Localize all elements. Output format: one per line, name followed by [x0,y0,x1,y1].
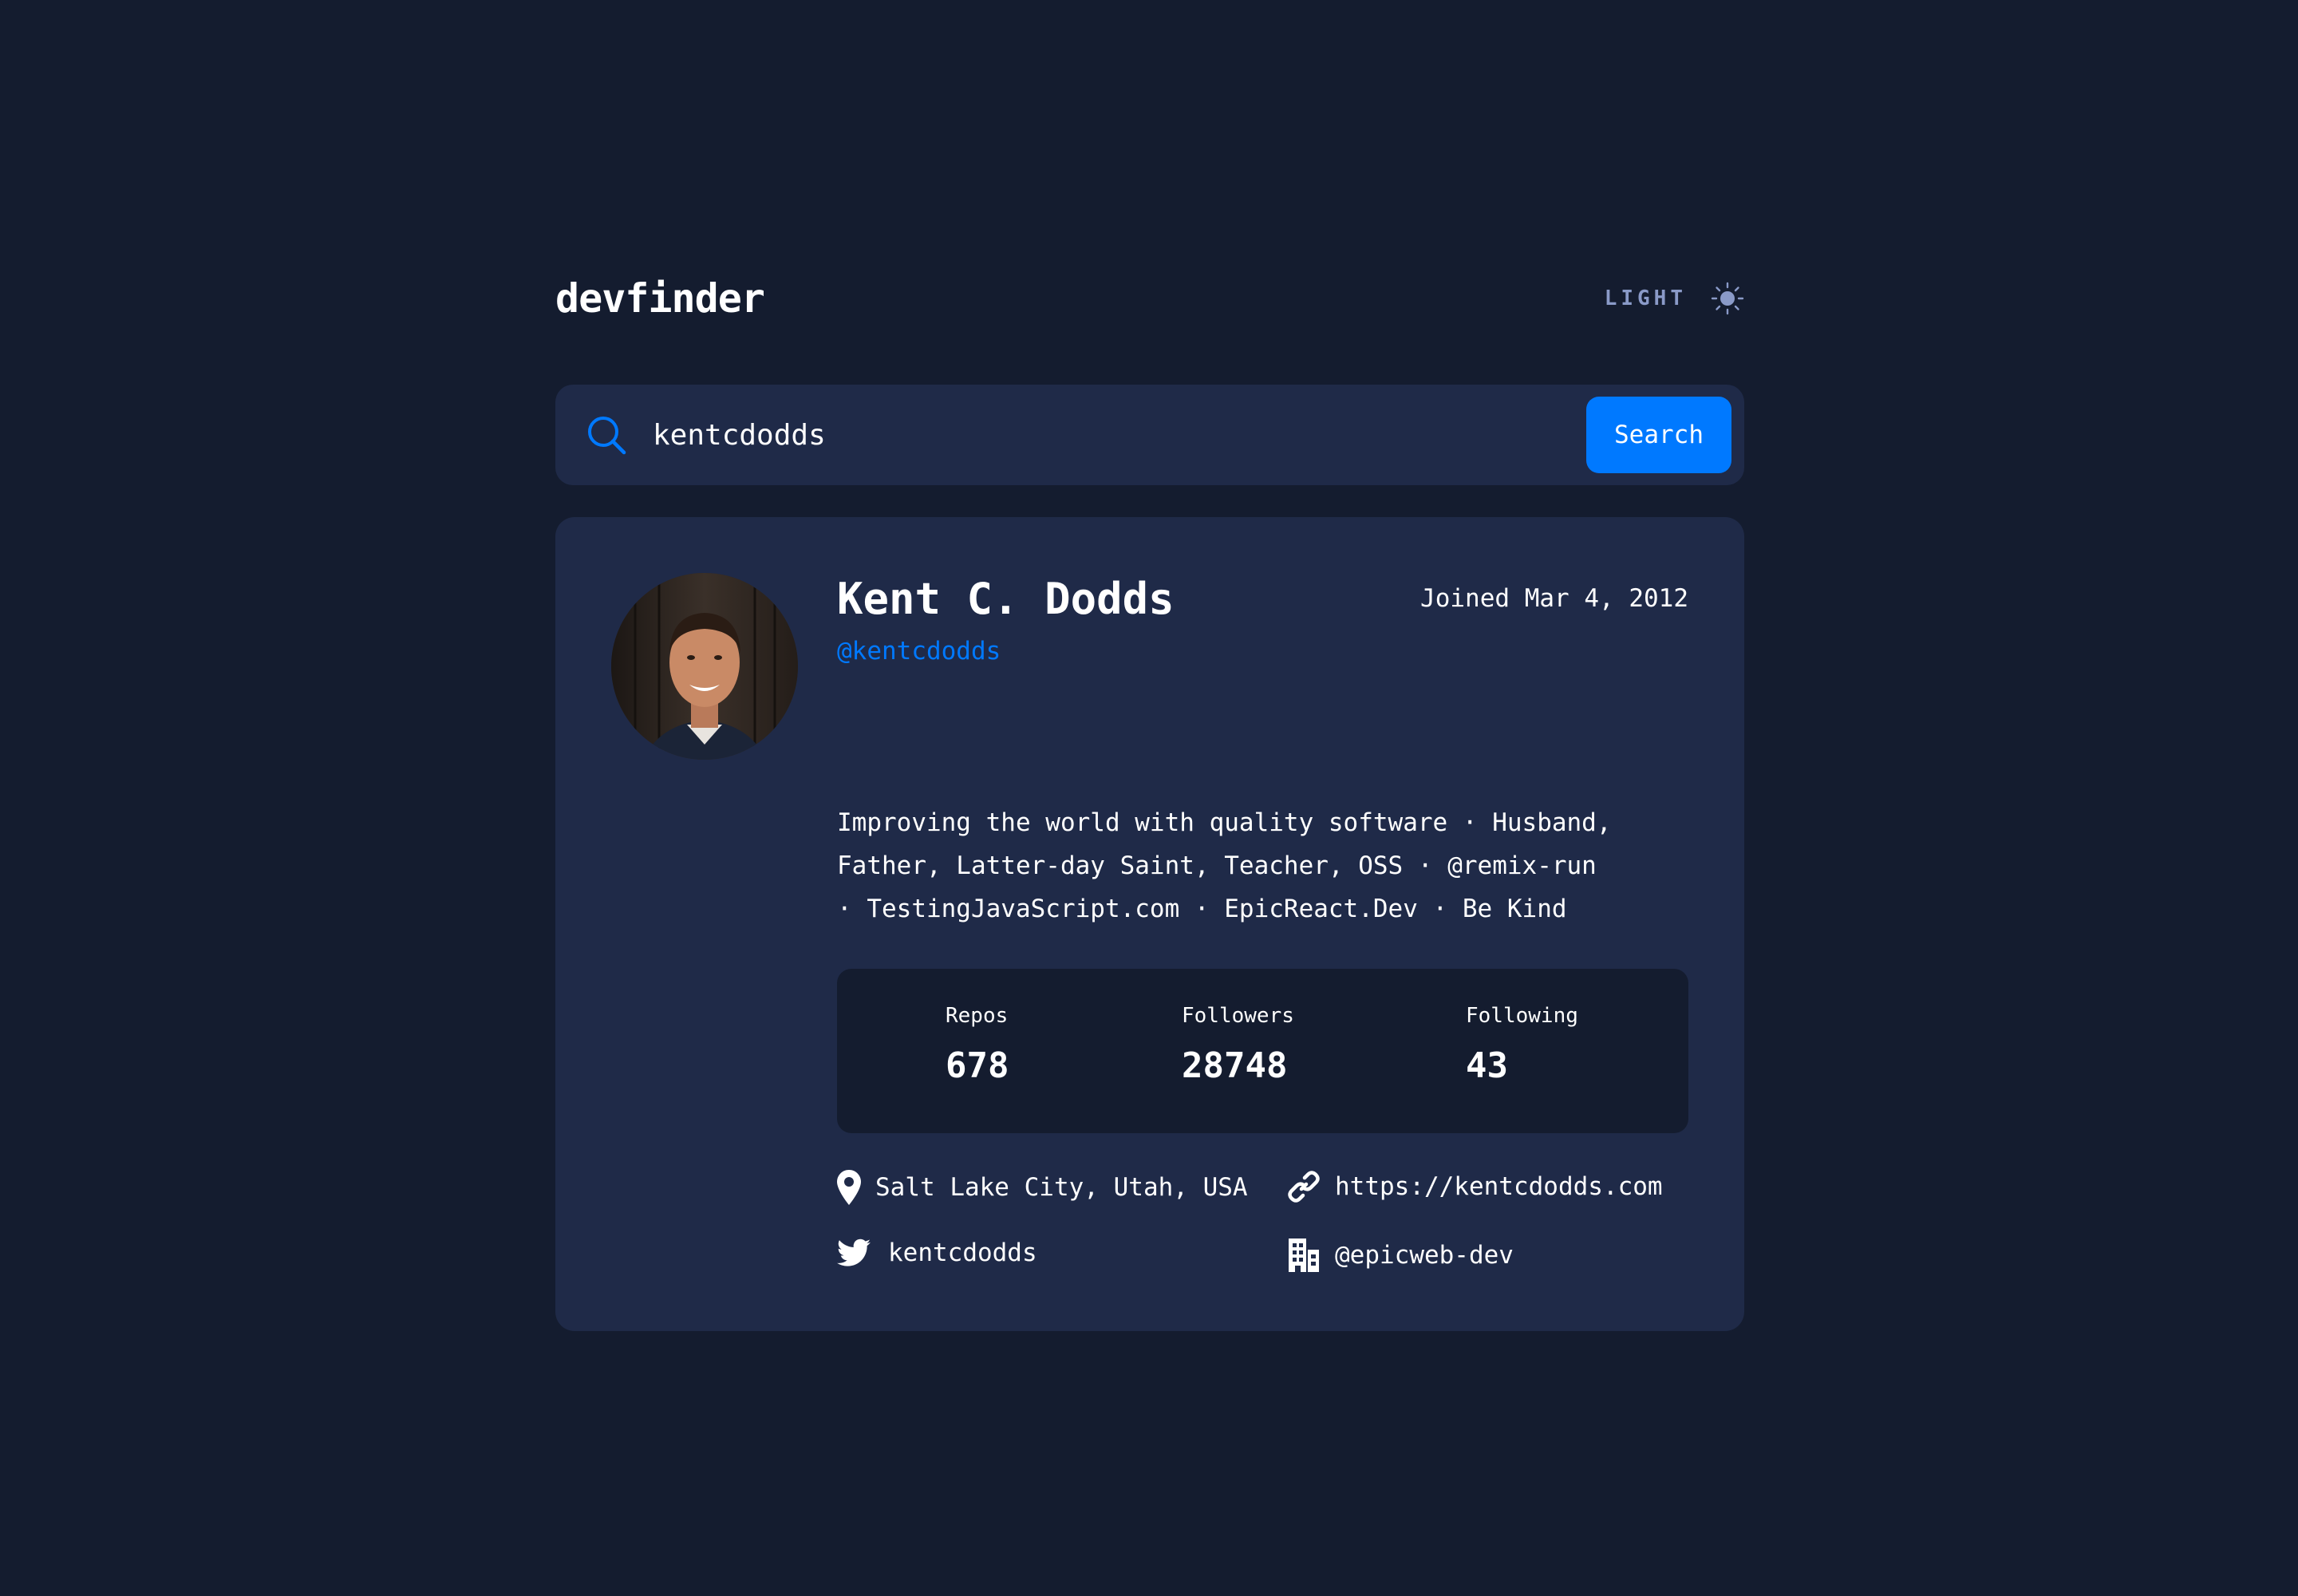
search-button[interactable]: Search [1586,397,1731,473]
website-item[interactable]: https://kentcdodds.com [1287,1170,1663,1203]
stat-followers-label: Followers [1182,1004,1294,1028]
profile-handle-link[interactable]: @kentcdodds [837,637,1688,666]
profile-card: Kent C. Dodds Joined Mar 4, 2012 @kentcd… [555,517,1744,1331]
search-icon [588,417,626,455]
stat-followers: Followers 28748 [1182,1004,1294,1086]
header: devfinder LIGHT [555,263,1744,334]
profile-bio: Improving the world with quality softwar… [837,808,1612,923]
profile-name: Kent C. Dodds [837,573,1175,624]
theme-toggle-button[interactable]: LIGHT [1605,282,1744,315]
search-bar: Search [555,385,1744,485]
location-item: Salt Lake City, Utah, USA [837,1170,1248,1205]
name-row: Kent C. Dodds Joined Mar 4, 2012 [837,573,1688,624]
app-logo: devfinder [555,275,765,322]
company-link[interactable]: @epicweb-dev [1335,1241,1514,1270]
twitter-item[interactable]: kentcdodds [837,1238,1037,1267]
devfinder-app: devfinder LIGHT kentcdodds Search Kent C… [555,263,1744,1331]
stat-followers-value: 28748 [1182,1045,1288,1086]
stat-following: Following 43 [1466,1004,1578,1086]
building-icon [1289,1238,1319,1272]
stat-following-value: 43 [1466,1045,1508,1086]
stat-repos-label: Repos [946,1004,1009,1028]
joined-date: Joined Mar 4, 2012 [1420,584,1688,613]
theme-toggle-label: LIGHT [1604,286,1687,310]
website-link[interactable]: https://kentcdodds.com [1335,1172,1663,1201]
stats-panel: Repos 678 Followers 28748 Following 43 [837,969,1688,1133]
stat-repos: Repos 678 [946,1004,1009,1086]
sun-icon [1711,282,1744,315]
profile-header: Kent C. Dodds Joined Mar 4, 2012 @kentcd… [837,573,1688,666]
stat-following-label: Following [1466,1004,1578,1028]
stat-repos-value: 678 [946,1045,1009,1086]
search-input[interactable] [651,417,1586,452]
twitter-icon [837,1238,871,1266]
company-item[interactable]: @epicweb-dev [1287,1238,1514,1272]
twitter-handle[interactable]: kentcdodds [888,1238,1037,1267]
location-pin-icon [837,1170,861,1205]
avatar [611,573,798,760]
location-text: Salt Lake City, Utah, USA [875,1173,1248,1202]
link-icon [1288,1171,1320,1203]
